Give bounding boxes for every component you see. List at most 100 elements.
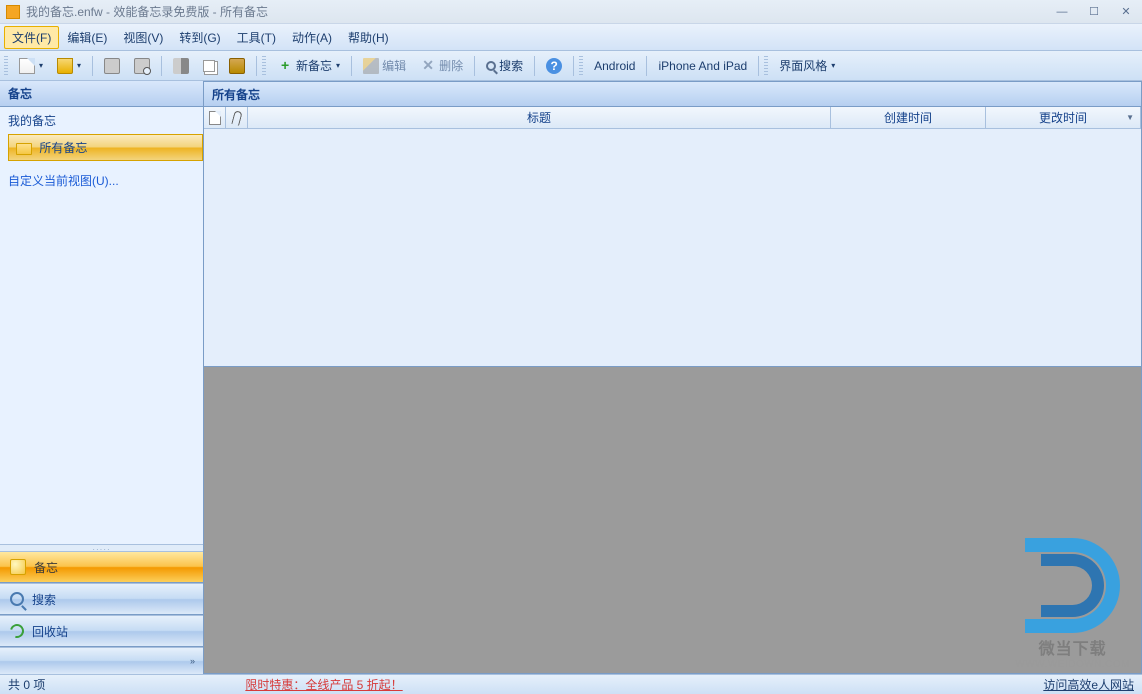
nav-expand-icon[interactable]: » xyxy=(190,656,195,666)
doc-icon xyxy=(209,111,221,125)
nav-search[interactable]: 搜索 xyxy=(0,583,203,615)
print-preview-button[interactable] xyxy=(128,55,156,77)
toolbar-separator xyxy=(92,56,93,76)
chevron-down-icon: ▾ xyxy=(39,61,43,70)
status-count: 共 0 项 xyxy=(8,676,45,693)
android-button[interactable]: Android xyxy=(588,56,641,76)
magnify-icon xyxy=(10,592,24,606)
custom-view-link[interactable]: 自定义当前视图(U)... xyxy=(0,167,203,194)
help-icon: ? xyxy=(546,58,562,74)
new-memo-button[interactable]: +新备忘▾ xyxy=(271,54,346,77)
recycle-icon xyxy=(7,621,26,640)
print-preview-icon xyxy=(134,58,150,74)
close-button[interactable]: ✕ xyxy=(1116,5,1136,19)
toolbar-separator xyxy=(573,56,574,76)
toolbar-grip xyxy=(4,56,8,76)
window-title: 我的备忘.enfw - 效能备忘录免费版 - 所有备忘 xyxy=(26,3,1052,20)
attach-icon xyxy=(231,110,242,126)
toolbar: ▾ ▾ +新备忘▾ 编辑 ✕删除 搜索 ? Android iPhone And… xyxy=(0,51,1142,81)
maximize-button[interactable]: ☐ xyxy=(1084,5,1104,19)
tree-all-label: 所有备忘 xyxy=(39,141,87,155)
nav-recycle[interactable]: 回收站 xyxy=(0,615,203,647)
new-file-button[interactable]: ▾ xyxy=(13,55,49,77)
note-icon xyxy=(10,559,26,575)
menu-view[interactable]: 视图(V) xyxy=(115,26,171,49)
search-icon xyxy=(486,61,496,71)
folder-icon xyxy=(16,143,32,155)
ios-button[interactable]: iPhone And iPad xyxy=(652,56,753,76)
cut-button[interactable] xyxy=(167,55,195,77)
copy-button[interactable] xyxy=(197,57,221,75)
menu-goto[interactable]: 转到(G) xyxy=(171,26,228,49)
copy-icon xyxy=(203,60,215,72)
menubar: 文件(F) 编辑(E) 视图(V) 转到(G) 工具(T) 动作(A) 帮助(H… xyxy=(0,24,1142,51)
toolbar-grip xyxy=(262,56,266,76)
grid-header: 标题 创建时间 更改时间 xyxy=(204,107,1141,129)
content-header: 所有备忘 xyxy=(204,81,1142,107)
preview-pane xyxy=(204,367,1142,674)
search-button[interactable]: 搜索 xyxy=(480,54,529,77)
toolbar-separator xyxy=(474,56,475,76)
toolbar-separator xyxy=(534,56,535,76)
toolbar-separator xyxy=(256,56,257,76)
cut-icon xyxy=(173,58,189,74)
nav-memo-label: 备忘 xyxy=(34,559,58,576)
sidebar-tree: 我的备忘 所有备忘 自定义当前视图(U)... xyxy=(0,107,203,545)
toolbar-grip xyxy=(764,56,768,76)
delete-button[interactable]: ✕删除 xyxy=(414,54,469,77)
nav-search-label: 搜索 xyxy=(32,591,56,608)
print-button[interactable] xyxy=(98,55,126,77)
grid-col-created[interactable]: 创建时间 xyxy=(831,107,986,129)
new-file-icon xyxy=(19,58,35,74)
grid-col-title[interactable]: 标题 xyxy=(248,107,831,129)
open-button[interactable]: ▾ xyxy=(51,55,87,77)
edit-label: 编辑 xyxy=(382,57,406,74)
search-label: 搜索 xyxy=(499,57,523,74)
window-controls: — ☐ ✕ xyxy=(1052,5,1136,19)
grid-body[interactable] xyxy=(204,129,1141,366)
paste-icon xyxy=(229,58,245,74)
grid-col-type[interactable] xyxy=(204,107,226,129)
edit-button[interactable]: 编辑 xyxy=(357,54,412,77)
minimize-button[interactable]: — xyxy=(1052,5,1072,19)
grid-col-modified[interactable]: 更改时间 xyxy=(986,107,1141,129)
toolbar-separator xyxy=(758,56,759,76)
nav-recycle-label: 回收站 xyxy=(32,623,68,640)
menu-edit[interactable]: 编辑(E) xyxy=(59,26,115,49)
edit-icon xyxy=(363,58,379,74)
tree-all-memos[interactable]: 所有备忘 xyxy=(8,134,203,161)
chevron-down-icon: ▾ xyxy=(336,61,340,70)
print-icon xyxy=(104,58,120,74)
toolbar-separator xyxy=(351,56,352,76)
grid-area: 标题 创建时间 更改时间 xyxy=(204,107,1142,367)
toolbar-separator xyxy=(646,56,647,76)
app-icon xyxy=(6,5,20,19)
nav-footer: » xyxy=(0,647,203,674)
menu-tools[interactable]: 工具(T) xyxy=(229,26,284,49)
grid-col-attach[interactable] xyxy=(226,107,248,129)
delete-icon: ✕ xyxy=(420,58,436,74)
promo-link[interactable]: 限时特惠：全线产品 5 折起！ xyxy=(245,676,402,693)
paste-button[interactable] xyxy=(223,55,251,77)
nav-buttons: 备忘 搜索 回收站 xyxy=(0,551,203,647)
open-icon xyxy=(57,58,73,74)
delete-label: 删除 xyxy=(439,57,463,74)
help-button[interactable]: ? xyxy=(540,55,568,77)
chevron-down-icon: ▾ xyxy=(831,61,835,70)
sidebar-header: 备忘 xyxy=(0,81,203,107)
toolbar-grip xyxy=(579,56,583,76)
statusbar: 共 0 项 限时特惠：全线产品 5 折起！ 访问高效e人网站 xyxy=(0,674,1142,694)
sidebar: 备忘 我的备忘 所有备忘 自定义当前视图(U)... ····· 备忘 搜索 回… xyxy=(0,81,204,674)
chevron-down-icon: ▾ xyxy=(77,61,81,70)
content: 所有备忘 标题 创建时间 更改时间 xyxy=(204,81,1142,674)
menu-file[interactable]: 文件(F) xyxy=(4,26,59,49)
menu-help[interactable]: 帮助(H) xyxy=(340,26,397,49)
style-button[interactable]: 界面风格▾ xyxy=(773,54,841,77)
menu-action[interactable]: 动作(A) xyxy=(284,26,340,49)
plus-icon: + xyxy=(277,58,293,74)
main: 备忘 我的备忘 所有备忘 自定义当前视图(U)... ····· 备忘 搜索 回… xyxy=(0,81,1142,674)
nav-memo[interactable]: 备忘 xyxy=(0,551,203,583)
site-link[interactable]: 访问高效e人网站 xyxy=(1043,676,1134,693)
titlebar: 我的备忘.enfw - 效能备忘录免费版 - 所有备忘 — ☐ ✕ xyxy=(0,0,1142,24)
tree-root[interactable]: 我的备忘 xyxy=(0,107,203,134)
